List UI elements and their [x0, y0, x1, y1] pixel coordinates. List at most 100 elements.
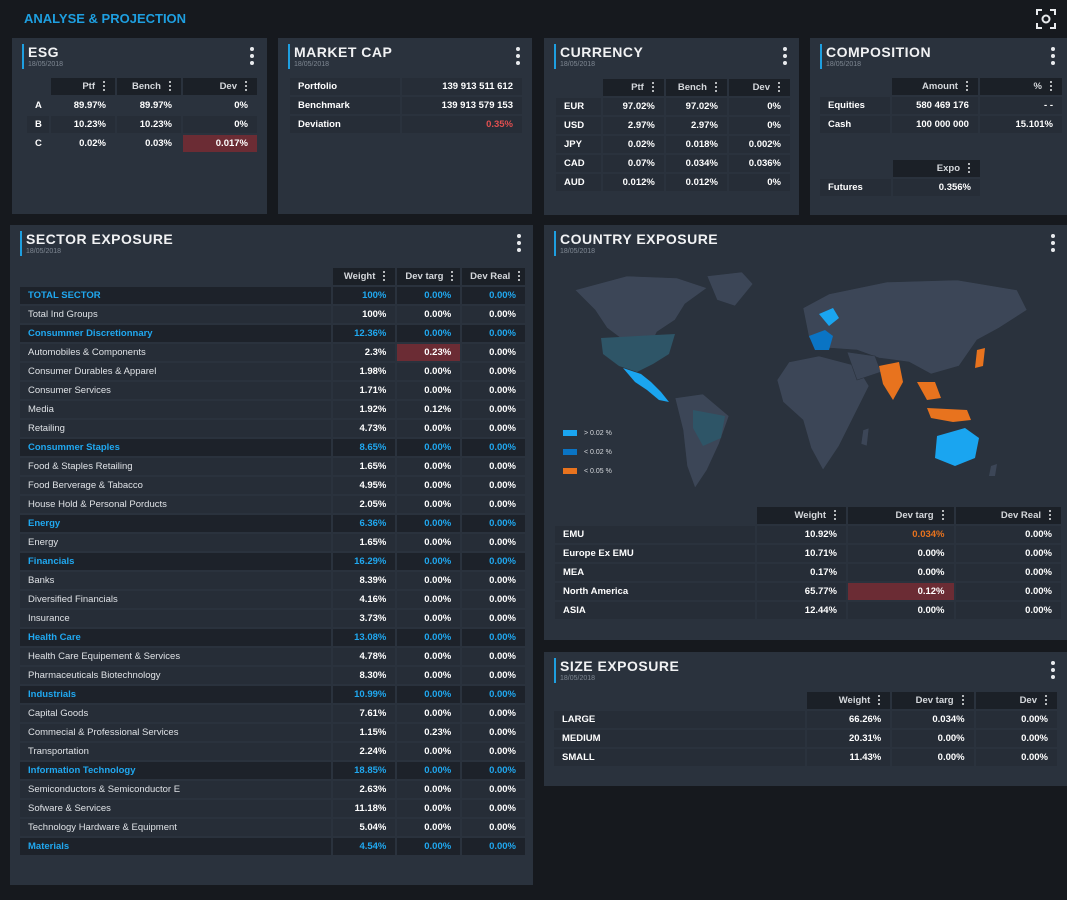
column-header[interactable]: Dev [975, 692, 1057, 709]
panel-title: ESG [28, 44, 60, 60]
column-menu-icon[interactable] [833, 510, 837, 521]
column-menu-icon[interactable] [517, 271, 521, 282]
column-menu-icon[interactable] [382, 271, 386, 282]
column-header[interactable]: Dev targ [892, 692, 974, 709]
row-label: Retailing [20, 420, 331, 437]
cell: 0.00% [848, 545, 954, 562]
map-region-new-zealand [989, 464, 997, 476]
cell: 0.23% [397, 724, 461, 741]
table-row: Energy 1.65% 0.00% 0.00% [20, 534, 525, 551]
column-menu-icon[interactable] [961, 695, 965, 706]
sector-group-row: Consummer Discretionnary 12.36% 0.00% 0.00% [20, 325, 525, 342]
table-row: Food Berverage & Tabacco 4.95% 0.00% 0.00% [20, 477, 525, 494]
row-label: Energy [20, 515, 331, 532]
column-menu-icon[interactable] [967, 163, 971, 174]
column-menu-icon[interactable] [1048, 510, 1052, 521]
cell: 13.08% [332, 629, 396, 646]
cell: 0.00% [397, 420, 461, 437]
panel-title: CURRENCY [560, 44, 644, 60]
panel-header: CURRENCY 18/05/2018 [554, 44, 643, 69]
column-menu-icon[interactable] [877, 695, 881, 706]
cell: 4.95% [332, 477, 396, 494]
panel-date: 18/05/2018 [560, 675, 596, 682]
kebab-menu-icon[interactable] [249, 47, 255, 65]
table-row: Automobiles & Components 2.3% 0.23% 0.00% [20, 344, 525, 361]
cell: 0.00% [462, 496, 525, 513]
column-menu-icon[interactable] [1044, 695, 1048, 706]
map-region-india [879, 362, 903, 400]
cell: 0.036% [728, 155, 790, 172]
kebab-menu-icon[interactable] [1050, 234, 1056, 252]
column-header[interactable]: % [979, 78, 1062, 95]
column-menu-icon[interactable] [651, 82, 655, 93]
map-region-usa [601, 334, 675, 372]
futures-table: Expo Futures 0.356% [818, 158, 982, 198]
table-row: A 89.97% 89.97% 0% [27, 97, 257, 114]
sector-group-row: Information Technology 18.85% 0.00% 0.00% [20, 762, 525, 779]
table-row: Futures 0.356% [820, 179, 980, 196]
column-menu-icon[interactable] [965, 81, 969, 92]
column-menu-icon[interactable] [450, 271, 454, 282]
cell: 0.00% [397, 667, 461, 684]
cell: 0.00% [462, 363, 525, 380]
column-header[interactable]: Weight [757, 507, 847, 524]
cell: 0.00% [397, 610, 461, 627]
table-row: Consumer Durables & Apparel 1.98% 0.00% 0.0… [20, 363, 525, 380]
column-header[interactable]: Amount [891, 78, 978, 95]
panel-date: 18/05/2018 [26, 248, 62, 255]
column-menu-icon[interactable] [168, 81, 172, 92]
column-header[interactable]: Dev targ [848, 507, 954, 524]
column-header[interactable]: Weight [806, 692, 891, 709]
row-label: Health Care Equipement & Services [20, 648, 331, 665]
legend-item: < 0.02 % [563, 449, 612, 456]
world-map[interactable] [557, 270, 1037, 495]
column-menu-icon[interactable] [102, 81, 106, 92]
cell: 0% [728, 117, 790, 134]
kebab-menu-icon[interactable] [515, 47, 521, 65]
cell: 0.17% [757, 564, 847, 581]
panel-title: COMPOSITION [826, 44, 932, 60]
column-menu-icon[interactable] [941, 510, 945, 521]
cell: 2.63% [332, 781, 396, 798]
column-header[interactable]: Dev [728, 79, 790, 96]
column-header[interactable]: Weight [332, 268, 396, 285]
row-label: EUR [556, 98, 601, 115]
cell: 0.00% [955, 564, 1061, 581]
column-header[interactable]: Bench [117, 78, 181, 95]
screenshot-icon[interactable] [1035, 8, 1057, 30]
cell: 0.00% [462, 439, 525, 456]
column-header[interactable]: Ptf [51, 78, 115, 95]
sector-group-row: Industrials 10.99% 0.00% 0.00% [20, 686, 525, 703]
column-header[interactable]: Dev [183, 78, 257, 95]
column-header[interactable]: Ptf [602, 79, 664, 96]
column-header[interactable]: Dev Real [462, 268, 525, 285]
kebab-menu-icon[interactable] [1050, 47, 1056, 65]
composition-table: Amount % Equities 580 469 176 - - Cash 1… [818, 76, 1064, 135]
kebab-menu-icon[interactable] [516, 234, 522, 252]
column-menu-icon[interactable] [244, 81, 248, 92]
table-row: Sofware & Services 11.18% 0.00% 0.00% [20, 800, 525, 817]
cell: 15.101% [979, 116, 1062, 133]
cell: 10.23% [117, 116, 181, 133]
cell: 0.00% [462, 382, 525, 399]
column-header[interactable]: Dev Real [955, 507, 1061, 524]
kebab-menu-icon[interactable] [782, 47, 788, 65]
column-menu-icon[interactable] [777, 82, 781, 93]
cell: 0.012% [602, 174, 664, 191]
column-menu-icon[interactable] [1049, 81, 1053, 92]
legend-swatch [563, 449, 577, 456]
cell: 0.00% [462, 325, 525, 342]
column-header[interactable]: Dev targ [397, 268, 461, 285]
column-header[interactable]: Expo [892, 160, 980, 177]
esg-panel: ESG 18/05/2018 Ptf Bench Dev A 89.97% 89… [12, 38, 267, 214]
row-label: Industrials [20, 686, 331, 703]
cell: 0.034% [892, 711, 974, 728]
row-label: Deviation [290, 116, 400, 133]
column-menu-icon[interactable] [714, 82, 718, 93]
kebab-menu-icon[interactable] [1050, 661, 1056, 679]
cell: 0.00% [397, 382, 461, 399]
column-header[interactable]: Bench [665, 79, 727, 96]
cell: 10.92% [757, 526, 847, 543]
panel-date: 18/05/2018 [28, 61, 64, 68]
cell: 97.02% [665, 98, 727, 115]
